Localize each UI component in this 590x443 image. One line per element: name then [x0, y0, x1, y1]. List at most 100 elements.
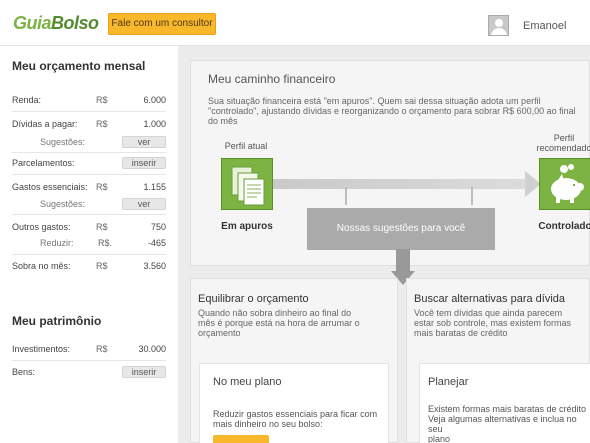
- financial-path-card: Meu caminho financeiro Sua situação fina…: [190, 60, 590, 285]
- current-profile-box[interactable]: [221, 158, 273, 210]
- currency-label: R$: [96, 344, 108, 354]
- my-plan-title: No meu plano: [213, 376, 282, 388]
- surplus-value: 3.560: [143, 261, 166, 271]
- installments-row: Parcelamentos: inserir: [12, 157, 166, 172]
- track-tick: [345, 187, 347, 205]
- installments-label: Parcelamentos:: [12, 158, 75, 168]
- reduce-label: Reduzir:: [40, 238, 74, 248]
- description-line: Você tem dívidas que ainda parecem: [414, 308, 563, 318]
- current-profile-label: Perfil atual: [224, 141, 268, 151]
- plan-text-line: mais dinheiro no seu bolso:: [213, 419, 323, 429]
- our-suggestions-button[interactable]: Nossas sugestões para você: [307, 208, 495, 250]
- add-to-plan-button[interactable]: [213, 435, 269, 443]
- debts-suggestions-row: Sugestões: ver: [12, 136, 166, 151]
- expenses-suggestions-button[interactable]: ver: [122, 198, 166, 210]
- plan-title: Planejar: [428, 376, 469, 388]
- other-expenses-row: Outros gastos: R$ 750: [12, 222, 166, 236]
- reduce-row: Reduzir: R$. -465: [12, 238, 166, 252]
- recommended-profile-label: Perfil recomendado: [527, 133, 590, 153]
- progress-track: [273, 179, 533, 189]
- debts-row: Dívidas a pagar: R$ 1.000: [12, 119, 166, 133]
- debts-suggestions-button[interactable]: ver: [122, 136, 166, 148]
- goods-row: Bens: inserir: [12, 366, 166, 381]
- investments-value[interactable]: 30.000: [138, 344, 166, 354]
- main-content: Meu caminho financeiro Sua situação fina…: [178, 46, 590, 443]
- balance-budget-title: Equilibrar o orçamento: [198, 293, 309, 305]
- description-line: Quando não sobra dinheiro ao final do: [198, 308, 352, 318]
- currency-label: R$: [96, 119, 108, 129]
- currency-label: R$: [96, 222, 108, 232]
- my-plan-box: No meu plano Reduzir gastos essenciais p…: [199, 363, 389, 443]
- plan-text-line: Existem formas mais baratas de crédito: [428, 404, 587, 414]
- divider: [12, 254, 166, 255]
- investments-row: Investimentos: R$ 30.000: [12, 344, 166, 358]
- financial-path-description: Sua situação financeira está "em apuros"…: [208, 96, 590, 126]
- description-line: Sua situação financeira está "em apuros"…: [208, 96, 541, 106]
- recommended-profile-name: Controlado: [538, 221, 590, 232]
- recommended-label-line: Perfil: [553, 133, 575, 143]
- other-expenses-value[interactable]: 750: [151, 222, 166, 232]
- logo-text-bolso: Bolso: [51, 13, 99, 33]
- divider: [12, 111, 166, 112]
- balance-budget-description: Quando não sobra dinheiro ao final do mê…: [198, 308, 360, 338]
- investments-label: Investimentos:: [12, 344, 71, 354]
- income-row: Renda: R$ 6.000: [12, 95, 166, 109]
- currency-label: R$.: [98, 238, 113, 248]
- description-line: orçamento: [198, 328, 241, 338]
- talk-to-consultant-button[interactable]: Fale com um consultor: [108, 13, 216, 35]
- avatar-icon[interactable]: [488, 15, 509, 36]
- top-bar: GuiaBolso Fale com um consultor Emanoel: [0, 0, 590, 46]
- balance-budget-card: Equilibrar o orçamento Quando não sobra …: [190, 278, 398, 443]
- currency-label: R$: [96, 95, 108, 105]
- monthly-surplus-row: Sobra no mês: R$ 3.560: [12, 261, 166, 275]
- avatar-shoulders: [491, 28, 507, 35]
- my-plan-text: Reduzir gastos essenciais para ficar com…: [213, 409, 377, 429]
- other-expenses-label: Outros gastos:: [12, 222, 71, 232]
- essential-expenses-value[interactable]: 1.155: [143, 182, 166, 192]
- income-label: Renda:: [12, 95, 42, 105]
- suggestions-label: Sugestões:: [40, 199, 86, 209]
- plan-box: Planejar Existem formas mais baratas de …: [419, 363, 590, 443]
- suggestions-label: Sugestões:: [40, 137, 86, 147]
- current-profile-name: Em apuros: [221, 221, 273, 232]
- logo-text-guia: Guia: [13, 13, 52, 33]
- recommended-label-line: recomendado: [536, 143, 590, 153]
- debt-alternatives-card: Buscar alternativas para dívida Você tem…: [406, 278, 590, 443]
- track-tick: [471, 187, 473, 205]
- user-name[interactable]: Emanoel: [523, 20, 566, 32]
- debts-label: Dívidas a pagar:: [12, 119, 78, 129]
- divider: [12, 214, 166, 215]
- documents-icon: [231, 166, 265, 206]
- essential-expenses-row: Gastos essenciais: R$ 1.155: [12, 182, 166, 196]
- financial-path-title: Meu caminho financeiro: [208, 72, 336, 86]
- sidebar: Meu orçamento mensal Renda: R$ 6.000 Dív…: [0, 46, 178, 443]
- goods-label: Bens:: [12, 367, 36, 377]
- installments-insert-button[interactable]: inserir: [122, 157, 166, 169]
- guiabolso-logo[interactable]: GuiaBolso: [13, 13, 99, 34]
- divider: [12, 152, 166, 153]
- goods-insert-button[interactable]: inserir: [122, 366, 166, 378]
- assets-title: Meu patrimônio: [12, 314, 102, 328]
- reduce-value: -465: [147, 238, 166, 248]
- currency-label: R$: [96, 182, 108, 192]
- recommended-profile-box[interactable]: [539, 158, 590, 210]
- debts-value[interactable]: 1.000: [143, 119, 166, 129]
- currency-label: R$: [96, 261, 108, 271]
- description-line: mais baratas de crédito: [414, 328, 508, 338]
- plan-text-line: Reduzir gastos essenciais para ficar com: [213, 409, 378, 419]
- debt-alternatives-description: Você tem dívidas que ainda parecem estar…: [414, 308, 571, 338]
- essential-expenses-label: Gastos essenciais:: [12, 182, 88, 192]
- plan-text: Existem formas mais baratas de crédito V…: [428, 404, 590, 443]
- budget-title: Meu orçamento mensal: [12, 59, 146, 73]
- description-line: mês é porque está na hora de arrumar o: [198, 318, 360, 328]
- income-value[interactable]: 6.000: [143, 95, 166, 105]
- description-line: "controlado", ajustando dívidas e reorga…: [208, 106, 576, 116]
- down-arrow-shaft: [396, 249, 410, 273]
- expenses-suggestions-row: Sugestões: ver: [12, 198, 166, 213]
- divider: [12, 174, 166, 175]
- description-line: estar sob controle, mas existem formas: [414, 318, 572, 328]
- divider: [12, 360, 166, 361]
- plan-text-line: Veja algumas alternativas e inclua no se…: [428, 414, 577, 434]
- plan-text-line: plano: [428, 434, 451, 443]
- debt-alternatives-title: Buscar alternativas para dívida: [414, 293, 566, 305]
